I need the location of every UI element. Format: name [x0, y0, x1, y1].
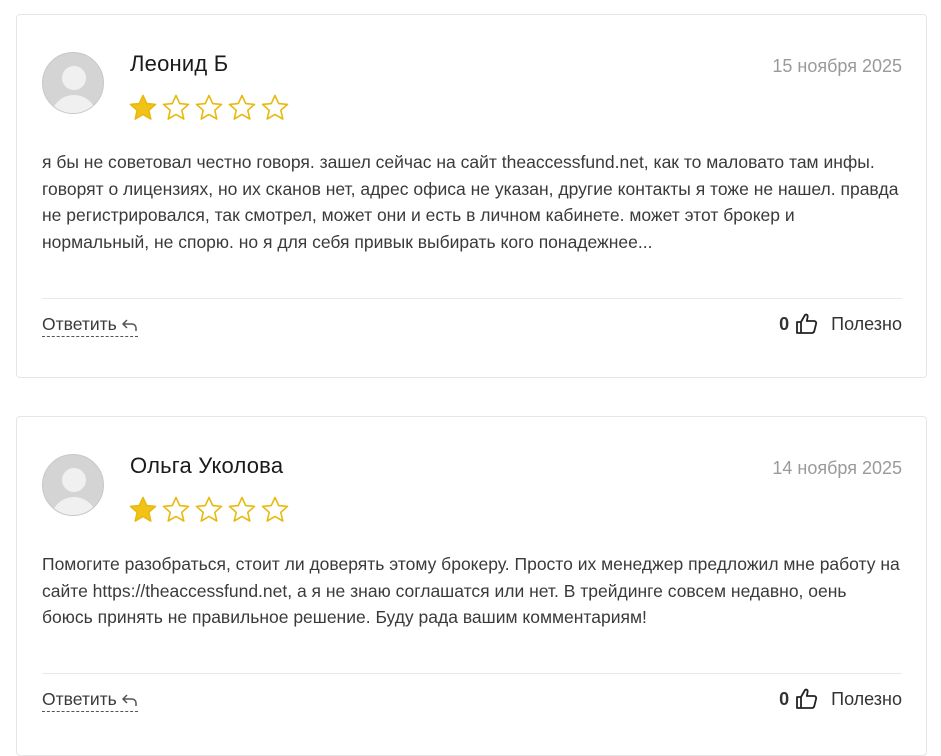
- rating-stars: [128, 495, 290, 525]
- divider: [42, 673, 902, 674]
- vote-block: 0 Полезно: [779, 687, 902, 711]
- thumbs-up-icon[interactable]: [795, 687, 819, 711]
- review-card: Леонид Б 15 ноября 2025 я бы не советова…: [16, 14, 927, 378]
- star-empty-icon: [162, 496, 190, 522]
- avatar: [42, 52, 104, 114]
- review-text: Помогите разобраться, стоит ли доверять …: [42, 554, 900, 627]
- star-empty-icon: [228, 496, 256, 522]
- rating-stars: [128, 93, 290, 123]
- avatar: [42, 454, 104, 516]
- reply-label: Ответить: [42, 314, 117, 334]
- reply-button[interactable]: Ответить: [42, 689, 138, 712]
- review-date: 14 ноября 2025: [772, 458, 902, 478]
- divider: [42, 298, 902, 299]
- star-filled-icon: [129, 94, 157, 120]
- reply-arrow-icon: [121, 693, 137, 706]
- star-empty-icon: [228, 94, 256, 120]
- review-author: Ольга Уколова: [130, 453, 284, 478]
- review-card: Ольга Уколова 14 ноября 2025 Помогите ра…: [16, 416, 927, 756]
- reply-arrow-icon: [121, 318, 137, 331]
- star-empty-icon: [162, 94, 190, 120]
- star-empty-icon: [261, 94, 289, 120]
- reply-label: Ответить: [42, 689, 117, 709]
- star-empty-icon: [195, 94, 223, 120]
- review-text: я бы не советовал честно говоря. зашел с…: [42, 152, 899, 252]
- star-empty-icon: [261, 496, 289, 522]
- star-filled-icon: [129, 496, 157, 522]
- vote-count: 0: [779, 313, 790, 334]
- review-author: Леонид Б: [130, 51, 229, 76]
- thumbs-up-icon[interactable]: [795, 312, 819, 336]
- reply-button[interactable]: Ответить: [42, 314, 138, 337]
- useful-button[interactable]: Полезно: [831, 314, 902, 335]
- vote-count: 0: [779, 688, 790, 709]
- star-empty-icon: [195, 496, 223, 522]
- review-date: 15 ноября 2025: [772, 56, 902, 76]
- vote-block: 0 Полезно: [779, 312, 902, 336]
- useful-button[interactable]: Полезно: [831, 689, 902, 710]
